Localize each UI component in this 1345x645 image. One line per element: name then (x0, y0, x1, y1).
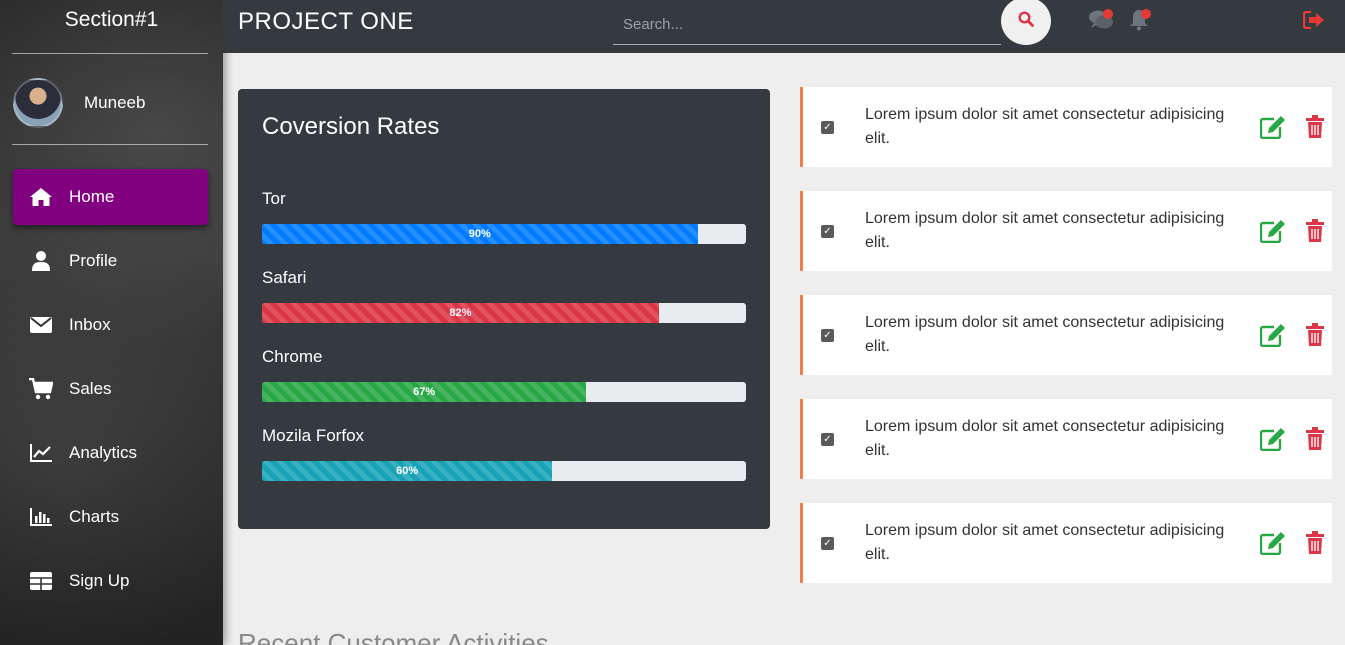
sidebar-item-sign-up[interactable]: Sign Up (13, 553, 208, 609)
trash-icon[interactable] (1304, 530, 1326, 556)
notification-dot (1103, 9, 1113, 19)
notifications-button[interactable] (1125, 8, 1153, 36)
line-chart-icon (28, 442, 54, 464)
sidebar-item-charts[interactable]: Charts (13, 489, 208, 545)
bar-label: Mozila Forfox (262, 426, 365, 445)
task-item: ✓ Lorem ipsum dolor sit amet consectetur… (800, 191, 1332, 271)
task-checkbox[interactable]: ✓ (821, 224, 834, 238)
edit-icon[interactable] (1260, 114, 1286, 140)
edit-icon[interactable] (1260, 322, 1286, 348)
sidebar-item-inbox[interactable]: Inbox (13, 297, 208, 353)
envelope-icon (28, 314, 54, 336)
sign-out-icon (1302, 10, 1325, 34)
progress-fill: 90% (262, 224, 698, 244)
task-checkbox[interactable]: ✓ (821, 328, 834, 342)
progress-bar-safari: 82% (262, 303, 746, 323)
trash-icon[interactable] (1304, 322, 1326, 348)
task-checkbox[interactable]: ✓ (821, 432, 834, 446)
progress-bar-chrome: 67% (262, 382, 746, 402)
divider (12, 53, 208, 54)
sidebar-nav: Home Profile Inbox Sales Analytics Chart… (13, 169, 208, 617)
task-text: Lorem ipsum dolor sit amet consectetur a… (865, 106, 1225, 147)
sidebar: Section#1 Muneeb Home Profile Inbox Sale… (0, 0, 223, 645)
sidebar-brand: Section#1 (64, 8, 159, 31)
messages-button[interactable] (1087, 8, 1115, 36)
user-panel: Muneeb (13, 78, 145, 128)
sidebar-item-profile[interactable]: Profile (13, 233, 208, 289)
sidebar-item-label: Inbox (69, 315, 111, 334)
bar-label: Chrome (262, 347, 323, 366)
notification-dot (1141, 9, 1151, 19)
sidebar-item-label: Home (69, 187, 115, 206)
edit-icon[interactable] (1260, 426, 1286, 452)
sign-out-button[interactable] (1300, 8, 1328, 36)
section-heading: Recent Customer Activities (238, 628, 549, 645)
task-checkbox[interactable]: ✓ (821, 536, 834, 550)
search-input[interactable] (613, 4, 1001, 45)
bar-chart-icon (28, 506, 54, 528)
progress-fill: 82% (262, 303, 659, 323)
task-item: ✓ Lorem ipsum dolor sit amet consectetur… (800, 295, 1332, 375)
cart-icon (28, 378, 54, 400)
search-button[interactable] (1001, 0, 1051, 45)
edit-icon[interactable] (1260, 218, 1286, 244)
sidebar-item-label: Profile (69, 251, 118, 270)
task-item: ✓ Lorem ipsum dolor sit amet consectetur… (800, 87, 1332, 167)
trash-icon[interactable] (1304, 426, 1326, 452)
search-icon (1018, 10, 1034, 32)
task-item: ✓ Lorem ipsum dolor sit amet consectetur… (800, 503, 1332, 583)
task-text: Lorem ipsum dolor sit amet consectetur a… (865, 418, 1225, 459)
home-icon (28, 186, 54, 208)
page-title: PROJECT ONE (238, 8, 414, 35)
conversion-rates-card: Coversion Rates Tor 90% Safari 82% Chrom… (238, 89, 770, 529)
username: Muneeb (84, 93, 146, 112)
task-checkbox[interactable]: ✓ (821, 120, 834, 134)
card-title: Coversion Rates (262, 113, 440, 140)
sidebar-item-label: Charts (69, 507, 120, 526)
progress-bar-tor: 90% (262, 224, 746, 244)
progress-fill: 67% (262, 382, 587, 402)
task-item: ✓ Lorem ipsum dolor sit amet consectetur… (800, 399, 1332, 479)
sidebar-item-sales[interactable]: Sales (13, 361, 208, 417)
trash-icon[interactable] (1304, 218, 1326, 244)
sidebar-item-label: Sales (69, 379, 112, 398)
top-navbar: PROJECT ONE (223, 0, 1345, 53)
sidebar-item-analytics[interactable]: Analytics (13, 425, 208, 481)
trash-icon[interactable] (1304, 114, 1326, 140)
sidebar-item-label: Analytics (69, 443, 138, 462)
sidebar-item-home[interactable]: Home (13, 169, 208, 225)
task-text: Lorem ipsum dolor sit amet consectetur a… (865, 314, 1225, 355)
bar-label: Tor (262, 189, 286, 208)
table-icon (28, 570, 54, 592)
user-icon (28, 250, 54, 272)
avatar[interactable] (13, 78, 63, 128)
progress-fill: 60% (262, 461, 553, 481)
divider (12, 144, 208, 145)
edit-icon[interactable] (1260, 530, 1286, 556)
task-text: Lorem ipsum dolor sit amet consectetur a… (865, 522, 1225, 563)
bar-label: Safari (262, 268, 307, 287)
progress-bar-firefox: 60% (262, 461, 746, 481)
task-text: Lorem ipsum dolor sit amet consectetur a… (865, 210, 1225, 251)
sidebar-item-label: Sign Up (69, 571, 130, 590)
